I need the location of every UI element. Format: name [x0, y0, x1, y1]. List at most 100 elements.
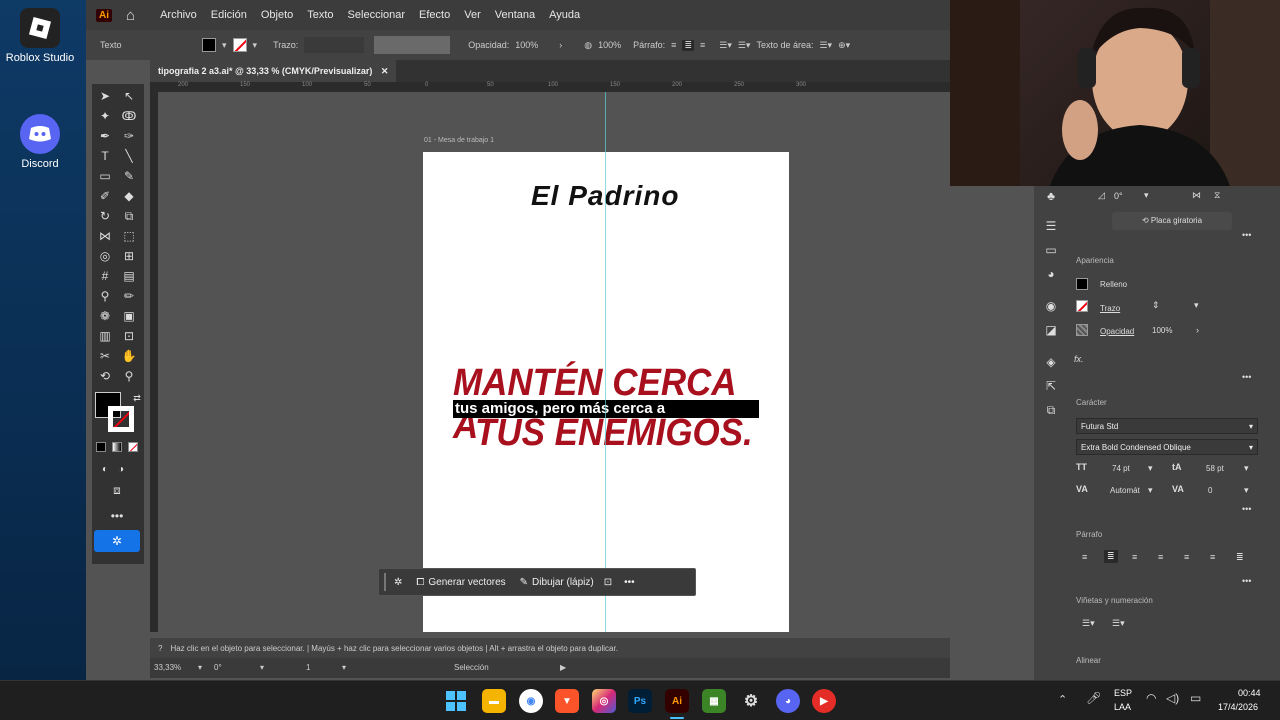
free-transform-icon[interactable]: ⬚ [120, 228, 138, 244]
chevron-down-icon[interactable]: ▾ [342, 663, 346, 672]
rectangle-tool-icon[interactable]: ▭ [96, 168, 114, 184]
color-mode-icon[interactable] [96, 442, 106, 452]
clock-date[interactable]: 17/4/2026 [1218, 702, 1258, 712]
menu-ventana[interactable]: Ventana [488, 9, 542, 21]
eraser-icon[interactable]: ◆ [120, 188, 138, 204]
screen-mode-icon[interactable]: ⧈ [108, 482, 126, 498]
kerning-field[interactable]: Automát [1110, 486, 1140, 495]
minecraft-icon[interactable]: ▦ [702, 689, 726, 713]
battery-icon[interactable]: ▭ [1190, 691, 1201, 705]
perspective-grid-icon[interactable]: ⊞ [120, 248, 138, 264]
generative-button[interactable]: ✲ [94, 530, 140, 552]
menu-texto[interactable]: Texto [300, 9, 340, 21]
canvas[interactable]: 01 - Mesa de trabajo 1 El Padrino MANTÉN… [158, 92, 944, 632]
club-icon[interactable]: ♣ [1042, 188, 1060, 204]
justify-center-icon[interactable]: ≡ [1184, 552, 1189, 562]
menu-icon[interactable]: ☰ [1042, 218, 1060, 234]
chevron-down-icon[interactable]: ▾ [1244, 463, 1249, 474]
clock-time[interactable]: 00:44 [1238, 688, 1261, 698]
align-icon[interactable]: ☰▾ [819, 40, 832, 51]
pen-tool-icon[interactable]: ✒ [96, 128, 114, 144]
artwork-line-3[interactable]: TUS ENEMIGOS. [475, 412, 753, 455]
stroke-swatch[interactable] [232, 38, 247, 52]
curvature-tool-icon[interactable]: ✑ [120, 128, 138, 144]
windows-start-icon[interactable] [444, 689, 468, 713]
paintbrush-icon[interactable]: ✎ [120, 168, 138, 184]
layers-icon[interactable]: ◈ [1042, 354, 1060, 370]
menu-ver[interactable]: Ver [457, 9, 488, 21]
chevron-down-icon[interactable]: ▾ [1144, 190, 1149, 201]
symbol-icon[interactable]: ▣ [120, 308, 138, 324]
column-graph-icon[interactable]: ▥ [96, 328, 114, 344]
placa-giratoria-button[interactable]: ⟲ Placa giratoria [1112, 212, 1232, 230]
more-tools-icon[interactable]: ••• [108, 508, 126, 524]
export-icon[interactable]: ⇱ [1042, 378, 1060, 394]
fill-swatch[interactable] [202, 38, 216, 52]
discord-taskbar-icon[interactable]: ◕ [776, 689, 800, 713]
menu-objeto[interactable]: Objeto [254, 9, 300, 21]
magic-wand-icon[interactable]: ✦ [96, 108, 114, 124]
menu-seleccionar[interactable]: Seleccionar [341, 9, 412, 21]
brave-icon[interactable]: ▼ [555, 689, 579, 713]
chevron-up-icon[interactable]: ⌃ [1058, 693, 1067, 706]
align-right-icon[interactable]: ≡ [700, 40, 705, 50]
image-icon[interactable]: ⊡ [604, 577, 612, 588]
align-center-icon[interactable]: ≣ [682, 39, 694, 51]
chevron-down-icon[interactable]: ▾ [260, 663, 264, 672]
eyedropper-icon[interactable]: ⚲ [96, 288, 114, 304]
microphone-icon[interactable]: 🎤︎ [1086, 691, 1101, 705]
chrome-icon[interactable]: ◉ [519, 689, 543, 713]
chevron-down-icon[interactable]: ▾ [198, 663, 202, 672]
chevron-right-icon[interactable]: › [559, 40, 562, 50]
appearance-icon[interactable]: ◉ [1042, 298, 1060, 314]
justify-all-icon[interactable]: ≣ [1236, 552, 1244, 563]
draw-behind-icon[interactable]: ◑ [112, 462, 130, 478]
fill-swatch[interactable] [1076, 278, 1088, 290]
line-tool-icon[interactable]: ╲ [120, 148, 138, 164]
bullet-list-icon[interactable]: ☰▾ [1082, 618, 1095, 629]
menu-edicion[interactable]: Edición [204, 9, 254, 21]
draw-pencil-button[interactable]: ✎ Dibujar (lápiz) [520, 577, 594, 588]
flip-vertical-icon[interactable]: ⧖ [1214, 190, 1220, 201]
color-guide-icon[interactable]: ◕ [1042, 266, 1060, 282]
more-options-icon[interactable]: ••• [624, 577, 635, 588]
stroke-color-swatch[interactable] [108, 406, 134, 432]
chevron-down-icon[interactable]: ▾ [253, 40, 258, 51]
more-options-icon[interactable]: ••• [1242, 576, 1251, 586]
home-icon[interactable]: ⌂ [126, 7, 135, 24]
type-tool-icon[interactable]: T [96, 148, 114, 164]
volume-icon[interactable]: ◁) [1166, 691, 1179, 705]
align-center-icon[interactable]: ≣ [1104, 550, 1118, 563]
justify-left-icon[interactable]: ≡ [1158, 552, 1163, 562]
chevron-down-icon[interactable]: ▾ [1148, 485, 1153, 496]
flip-horizontal-icon[interactable]: ⋈ [1192, 190, 1201, 201]
tracking-field[interactable]: 0 [1208, 486, 1212, 495]
align-left-icon[interactable]: ≡ [671, 40, 676, 50]
style-swatch[interactable] [374, 36, 451, 54]
justify-right-icon[interactable]: ≡ [1210, 552, 1215, 562]
close-icon[interactable]: ✕ [381, 66, 389, 76]
stroke-swatch[interactable] [1076, 300, 1088, 312]
opacity-label[interactable]: Opacidad [1100, 327, 1134, 336]
language-region[interactable]: LAA [1114, 702, 1131, 712]
stroke-label[interactable]: Trazo [1100, 304, 1120, 313]
fx-icon[interactable]: fx. [1074, 354, 1084, 364]
artboards-icon[interactable]: ⧉ [1042, 402, 1060, 418]
language-code[interactable]: ESP [1114, 688, 1132, 698]
file-explorer-icon[interactable]: ▬ [482, 689, 506, 713]
globe-icon[interactable]: ◍ [584, 40, 592, 51]
stroke-weight-stepper[interactable]: ⇕ [1152, 300, 1160, 311]
swatches-icon[interactable]: ▭ [1042, 242, 1060, 258]
drag-handle[interactable] [384, 573, 386, 591]
chevron-down-icon[interactable]: ▾ [1194, 300, 1199, 311]
artboard[interactable]: El Padrino MANTÉN CERCA A tus amigos, pe… [423, 152, 789, 632]
generate-vectors-button[interactable]: ⧠ Generar vectores [416, 577, 505, 588]
lasso-icon[interactable]: ↂ [120, 108, 138, 124]
chevron-down-icon[interactable]: ▾ [1148, 463, 1153, 474]
zoom-field[interactable]: 33,33% [154, 663, 181, 672]
media-player-icon[interactable]: ▶ [812, 689, 836, 713]
symbol-sprayer-icon[interactable]: ❁ [96, 308, 114, 324]
play-icon[interactable]: ▶ [560, 663, 566, 672]
list-icon[interactable]: ☰▾ [738, 40, 751, 51]
opacity-field[interactable]: 100% [515, 40, 553, 50]
